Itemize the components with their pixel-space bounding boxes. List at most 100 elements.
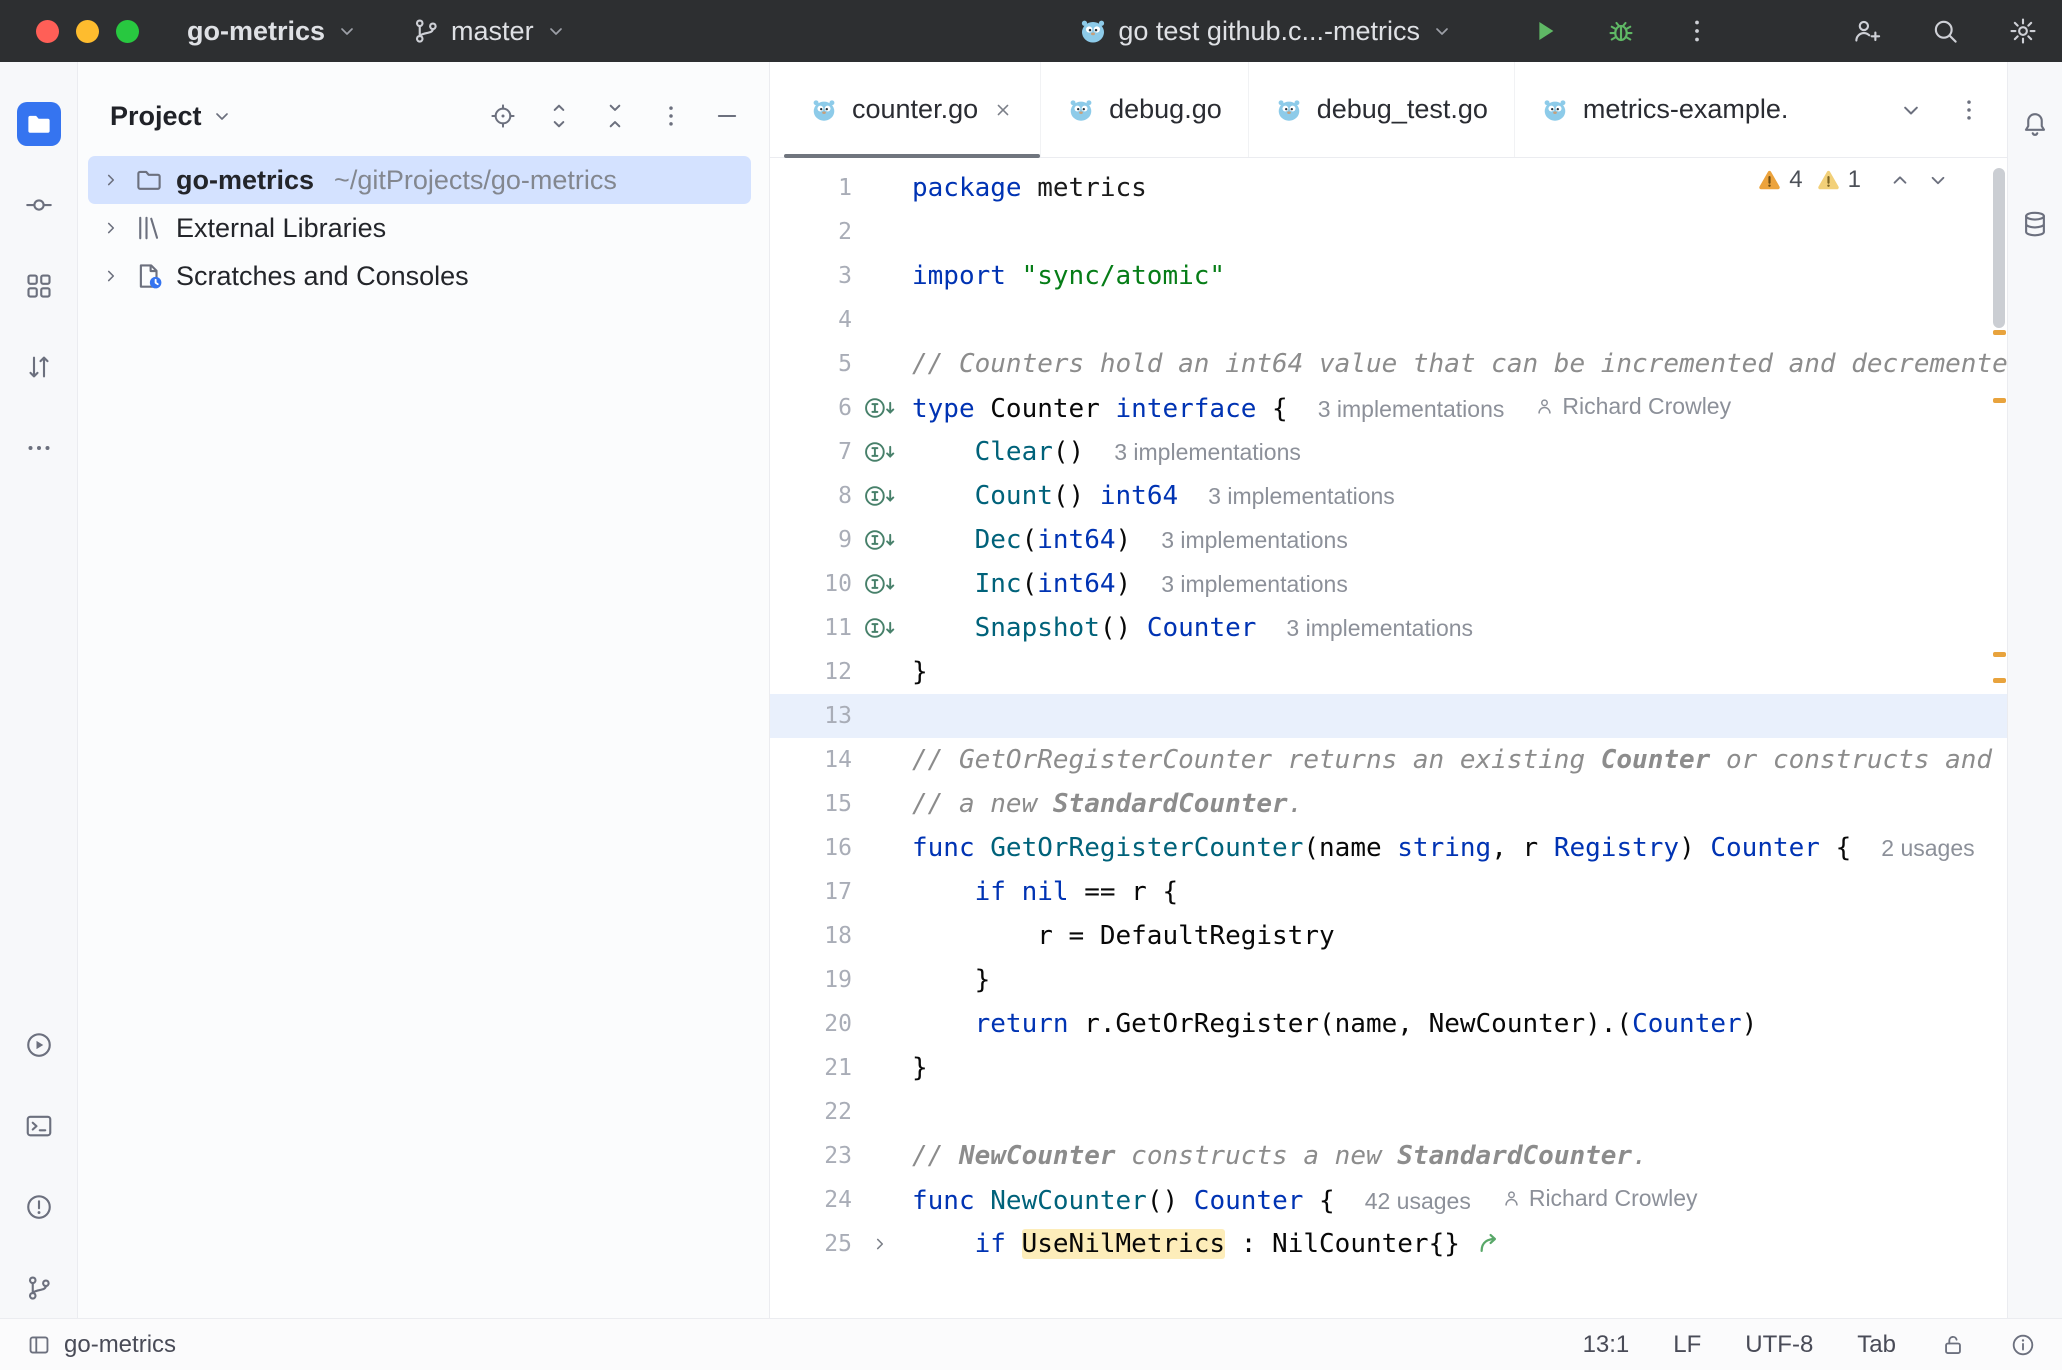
code-text[interactable]: type Counter interface {3 implementation… (912, 393, 2007, 424)
editor-options-button[interactable] (1955, 96, 1983, 124)
editor-tab-debug-test-go[interactable]: debug_test.go (1248, 62, 1514, 157)
implementations-gutter-icon[interactable] (852, 438, 908, 466)
code-line[interactable]: 24func NewCounter() Counter {42 usagesRi… (770, 1178, 2007, 1222)
line-number[interactable]: 10 (782, 571, 852, 597)
commit-tool-button[interactable] (17, 183, 61, 227)
line-number[interactable]: 21 (782, 1055, 852, 1081)
author-annotation[interactable]: Richard Crowley (1534, 393, 1731, 420)
code-line[interactable]: 12} (770, 650, 2007, 694)
status-info-icon[interactable] (2010, 1332, 2036, 1358)
code-text[interactable]: return r.GetOrRegister(name, NewCounter)… (912, 1009, 2007, 1039)
author-annotation[interactable]: Richard Crowley (1501, 1185, 1698, 1212)
editor-gutter[interactable]: 25 (770, 1231, 912, 1257)
collapse-all-button[interactable] (601, 102, 629, 130)
editor-gutter[interactable]: 1 (770, 175, 912, 201)
more-run-actions-icon[interactable] (1682, 16, 1712, 46)
code-line[interactable]: 17 if nil == r { (770, 870, 2007, 914)
scrollbar-mark[interactable] (1993, 398, 2006, 403)
editor-tab-counter-go[interactable]: counter.go (784, 62, 1040, 157)
editor-gutter[interactable]: 8 (770, 482, 912, 510)
hidden-tabs-button[interactable] (1897, 96, 1925, 124)
statusbar-project-widget[interactable]: go-metrics (26, 1331, 176, 1359)
line-number[interactable]: 2 (782, 219, 852, 245)
code-line[interactable]: 11 Snapshot() Counter3 implementations (770, 606, 2007, 650)
code-text[interactable]: // Counters hold an int64 value that can… (912, 349, 2007, 379)
editor-gutter[interactable]: 19 (770, 967, 912, 993)
code-text[interactable]: } (912, 965, 2007, 995)
line-number[interactable]: 4 (782, 307, 852, 333)
database-tool-button[interactable] (2013, 202, 2057, 246)
code-line[interactable]: 2 (770, 210, 2007, 254)
code-line[interactable]: 6type Counter interface {3 implementatio… (770, 386, 2007, 430)
editor-gutter[interactable]: 24 (770, 1187, 912, 1213)
hide-button[interactable] (713, 102, 741, 130)
editor-gutter[interactable]: 23 (770, 1143, 912, 1169)
run-tool-button[interactable] (17, 1023, 61, 1067)
write-access-lock-icon[interactable] (1940, 1332, 1966, 1358)
inlay-hint[interactable]: 3 implementations (1286, 615, 1473, 641)
code-line[interactable]: 7 Clear()3 implementations (770, 430, 2007, 474)
inlay-hint[interactable]: 3 implementations (1318, 396, 1505, 422)
editor-gutter[interactable]: 2 (770, 219, 912, 245)
editor-gutter[interactable]: 9 (770, 526, 912, 554)
code-text[interactable]: } (912, 657, 2007, 687)
code-line[interactable]: 20 return r.GetOrRegister(name, NewCount… (770, 1002, 2007, 1046)
editor-gutter[interactable]: 7 (770, 438, 912, 466)
code-line[interactable]: 8 Count() int643 implementations (770, 474, 2007, 518)
code-text[interactable]: Dec(int64)3 implementations (912, 525, 2007, 555)
line-number[interactable]: 15 (782, 791, 852, 817)
code-line[interactable]: 15// a new StandardCounter. (770, 782, 2007, 826)
implementations-gutter-icon[interactable] (852, 394, 908, 422)
code-text[interactable]: Inc(int64)3 implementations (912, 569, 2007, 599)
line-number[interactable]: 17 (782, 879, 852, 905)
editor-gutter[interactable]: 12 (770, 659, 912, 685)
code-text[interactable]: // NewCounter constructs a new StandardC… (912, 1141, 2007, 1171)
editor-gutter[interactable]: 6 (770, 394, 912, 422)
chevron-right-icon[interactable] (100, 169, 122, 191)
editor-scrollbar[interactable] (1991, 158, 2007, 1318)
code-text[interactable]: // GetOrRegisterCounter returns an exist… (912, 745, 2007, 775)
editor-gutter[interactable]: 14 (770, 747, 912, 773)
editor-gutter[interactable]: 15 (770, 791, 912, 817)
next-problem-button[interactable] (1925, 167, 1951, 193)
implementations-gutter-icon[interactable] (852, 526, 908, 554)
implementations-gutter-icon[interactable] (852, 614, 908, 642)
code-text[interactable]: if nil == r { (912, 877, 2007, 907)
code-line[interactable]: 9 Dec(int64)3 implementations (770, 518, 2007, 562)
options-button[interactable] (657, 102, 685, 130)
line-number[interactable]: 11 (782, 615, 852, 641)
editor-gutter[interactable]: 13 (770, 703, 912, 729)
code-line[interactable]: 10 Inc(int64)3 implementations (770, 562, 2007, 606)
editor-body[interactable]: 1package metrics23import "sync/atomic"45… (770, 158, 2007, 1318)
code-line[interactable]: 3import "sync/atomic" (770, 254, 2007, 298)
panel-title[interactable]: Project (110, 101, 202, 132)
line-number[interactable]: 5 (782, 351, 852, 377)
project-tool-button[interactable] (17, 102, 61, 146)
version-control-tool-button[interactable] (17, 1266, 61, 1310)
code-line[interactable]: 13 (770, 694, 2007, 738)
code-line[interactable]: 19 } (770, 958, 2007, 1002)
tree-item-scratches-and-consoles[interactable]: Scratches and Consoles (88, 252, 751, 300)
inlay-hint[interactable]: 3 implementations (1114, 439, 1301, 465)
structure-tool-button[interactable] (17, 264, 61, 308)
editor-gutter[interactable]: 20 (770, 1011, 912, 1037)
line-number[interactable]: 14 (782, 747, 852, 773)
line-number[interactable]: 20 (782, 1011, 852, 1037)
implementations-gutter-icon[interactable] (852, 570, 908, 598)
line-number[interactable]: 12 (782, 659, 852, 685)
scrollbar-mark[interactable] (1993, 330, 2006, 335)
code-text[interactable]: } (912, 1053, 2007, 1083)
zoom-window-button[interactable] (116, 20, 139, 43)
inlay-hint[interactable]: 3 implementations (1161, 571, 1348, 597)
expand-all-button[interactable] (545, 102, 573, 130)
code-line[interactable]: 14 // GetOrRegisterCounter returns an exi… (770, 738, 2007, 782)
run-button[interactable] (1530, 16, 1560, 46)
weak-warnings-indicator[interactable]: 1 (1815, 166, 1861, 194)
code-text[interactable]: Snapshot() Counter3 implementations (912, 613, 2007, 643)
search-everywhere-icon[interactable] (1930, 16, 1960, 46)
minimize-window-button[interactable] (76, 20, 99, 43)
line-number[interactable]: 16 (782, 835, 852, 861)
editor-gutter[interactable]: 16 (770, 835, 912, 861)
fold-marker-icon[interactable] (852, 1233, 908, 1255)
notifications-tool-button[interactable] (2013, 102, 2057, 146)
